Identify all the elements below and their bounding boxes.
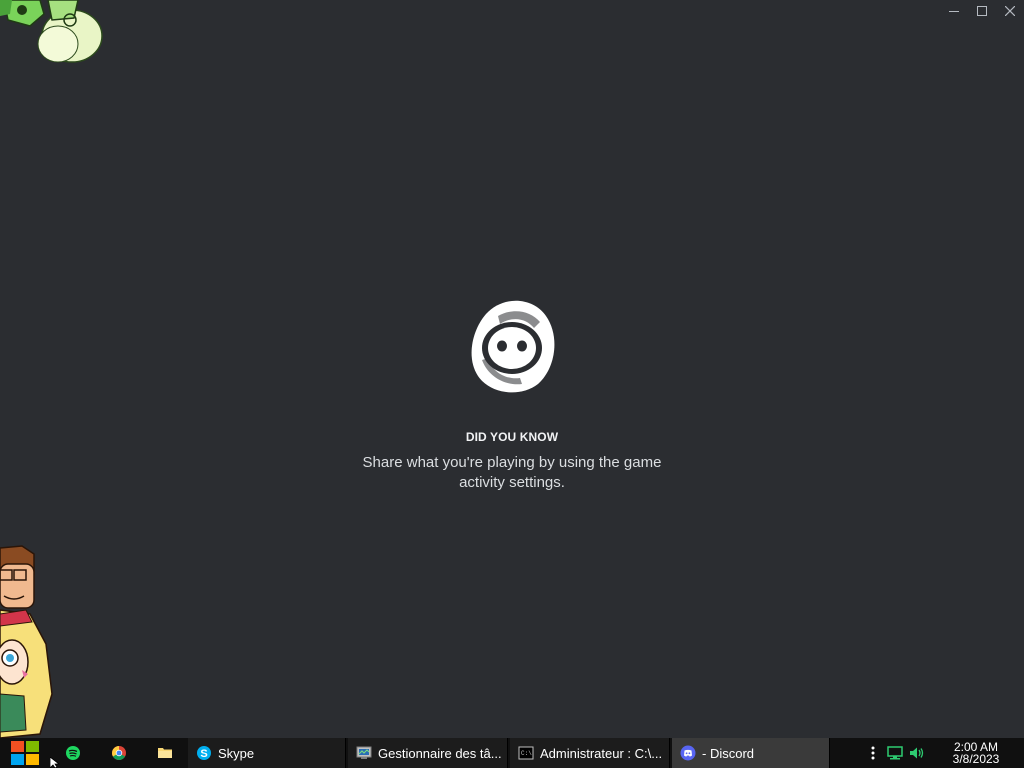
discord-loading-spinner-icon: [471, 300, 555, 393]
loading-tip-text: Share what you're playing by using the g…: [362, 454, 662, 491]
tray-network-button[interactable]: [884, 738, 906, 768]
taskbar-pin-file-explorer[interactable]: [142, 738, 188, 768]
taskbar: S Skype Gestionnaire des tâ... C:\ Admin…: [0, 738, 1024, 768]
maximize-button[interactable]: [968, 0, 996, 22]
taskbar-task-task-manager[interactable]: Gestionnaire des tâ...: [348, 738, 508, 768]
file-explorer-icon: [158, 748, 172, 758]
taskbar-clock[interactable]: 2:00 AM 3/8/2023: [928, 741, 1024, 765]
windows-logo-icon: [11, 741, 39, 765]
window-controls: [940, 0, 1024, 22]
spotify-icon: [66, 746, 80, 760]
clock-date: 3/8/2023: [952, 752, 1000, 766]
did-you-know-heading: DID YOU KNOW: [465, 430, 559, 444]
taskbar-task-label: Administrateur : C:\...: [540, 745, 663, 761]
taskbar-pin-chrome[interactable]: [96, 738, 142, 768]
skype-icon: S: [196, 745, 212, 761]
tray-overflow-button[interactable]: [862, 738, 884, 768]
start-button[interactable]: [0, 738, 50, 768]
system-tray: 2:00 AM 3/8/2023: [862, 738, 1024, 768]
svg-text:S: S: [200, 748, 207, 760]
more-vertical-icon: [871, 746, 875, 760]
minimize-icon: [949, 11, 959, 12]
maximize-icon: [977, 6, 987, 16]
close-button[interactable]: [996, 0, 1024, 22]
task-manager-icon: [356, 745, 372, 761]
decorative-sticker-top: [0, 0, 103, 63]
discord-loading-window: DID YOU KNOW Share what you're playing b…: [0, 0, 1024, 738]
taskbar-task-label: Gestionnaire des tâ...: [378, 745, 502, 761]
decorative-sticker-bottom: [0, 545, 53, 738]
mouse-cursor-icon: [50, 757, 61, 768]
taskbar-task-cmd[interactable]: C:\ Administrateur : C:\...: [510, 738, 670, 768]
taskbar-task-skype[interactable]: S Skype: [188, 738, 346, 768]
chrome-icon: [112, 746, 126, 760]
taskbar-task-label: - Discord: [702, 745, 755, 761]
loading-panel: DID YOU KNOW Share what you're playing b…: [0, 298, 1024, 493]
volume-icon: [910, 747, 924, 759]
close-icon: [1005, 6, 1015, 16]
minimize-button[interactable]: [940, 0, 968, 22]
taskbar-task-label: Skype: [218, 745, 255, 761]
taskbar-task-discord[interactable]: - Discord: [672, 738, 830, 768]
discord-icon: [680, 745, 696, 761]
network-icon: [887, 746, 903, 760]
tray-volume-button[interactable]: [906, 738, 928, 768]
svg-text:C:\: C:\: [521, 750, 532, 757]
cmd-icon: C:\: [518, 745, 534, 761]
